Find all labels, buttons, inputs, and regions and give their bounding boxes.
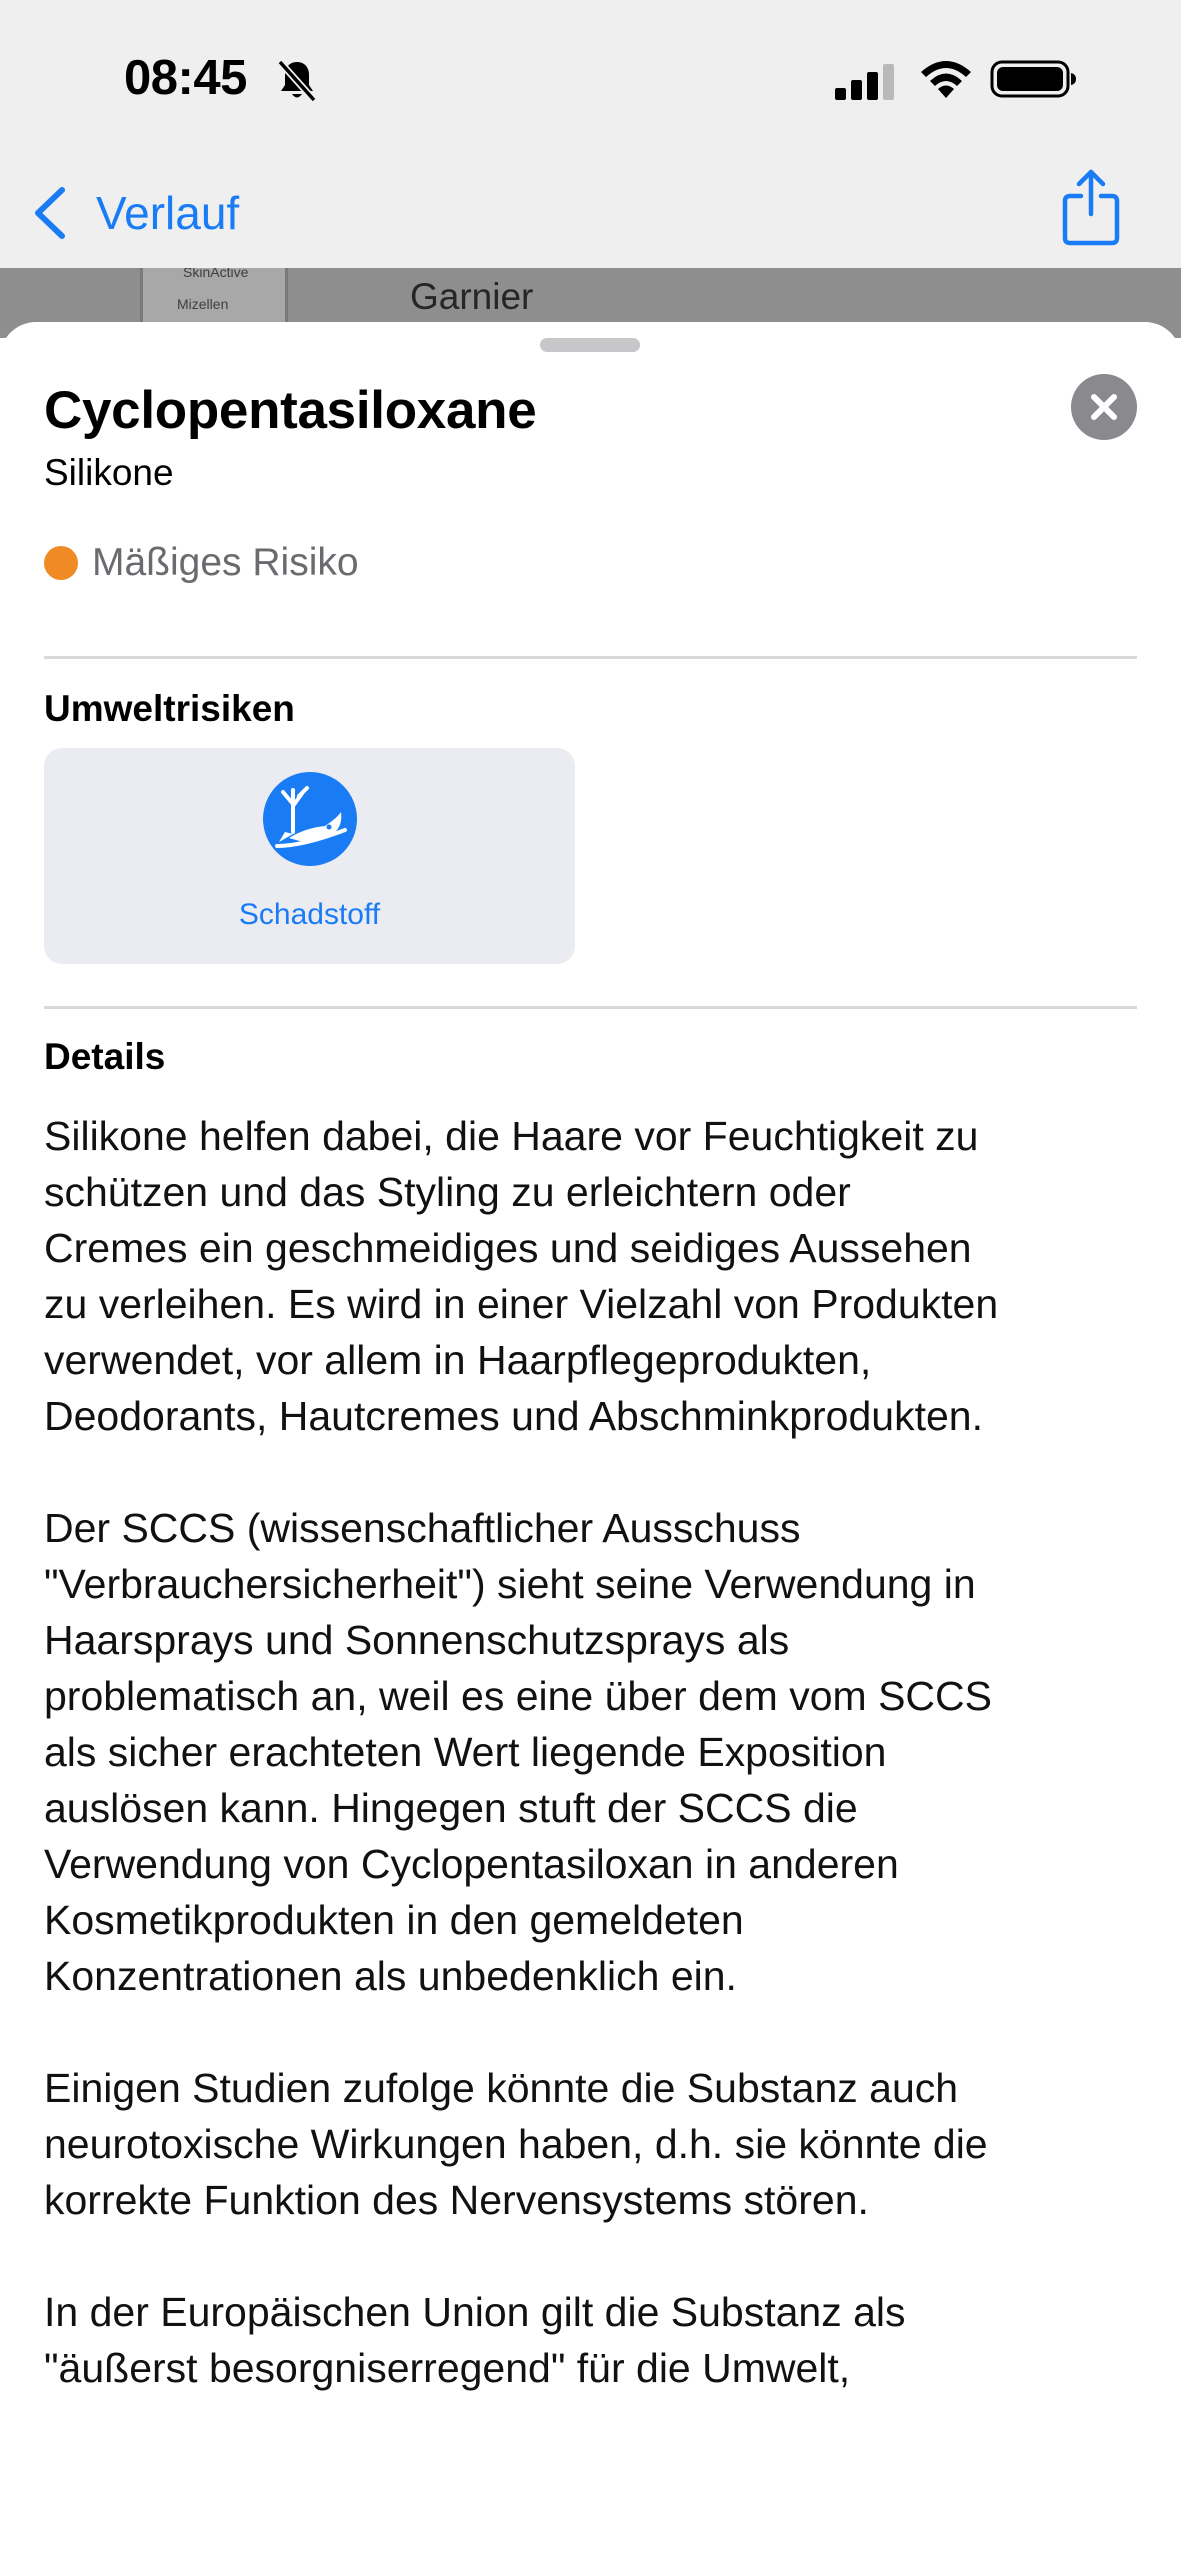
details-paragraph: Silikone helfen dabei, die Haare vor Feu… [44,1113,999,1439]
environment-risk-card[interactable]: Schadstoff [44,748,575,964]
ingredient-title: Cyclopentasiloxane [44,381,537,440]
divider [44,656,1137,659]
bell-slash-icon [277,59,317,103]
details-paragraph: In der Europäischen Union gilt die Subst… [44,2289,906,2391]
back-button-label: Verlauf [96,187,240,239]
details-body: Silikone helfen dabei, die Haare vor Feu… [44,1108,1154,2452]
share-icon[interactable] [1060,168,1122,248]
close-button[interactable] [1071,374,1137,440]
status-time: 08:45 [124,51,247,105]
sheet-grabber[interactable] [540,338,640,352]
details-paragraph: Einigen Studien zufolge könnte die Subst… [44,2065,988,2223]
thumbnail-text: SkinActive [183,268,249,280]
back-button[interactable]: Verlauf [30,180,239,246]
risk-label: Mäßiges Risiko [92,541,359,584]
details-heading: Details [44,1036,166,1077]
environment-heading: Umweltrisiken [44,688,295,729]
ingredient-category: Silikone [44,452,174,493]
divider [44,1006,1137,1009]
risk-dot [44,546,78,580]
navigation-bar: Verlauf [0,160,1181,268]
chevron-left-icon [35,187,65,239]
status-bar: 08:45 [0,0,1181,160]
battery-icon [990,60,1076,98]
risk-indicator: Mäßiges Risiko [44,540,359,586]
cellular-signal-icon [835,64,894,100]
environment-risk-label: Schadstoff [238,898,381,931]
close-icon [1091,394,1117,420]
wifi-icon [921,61,971,98]
pollutant-fish-icon [263,772,357,866]
screen: 08:45 Verlauf SkinActive Mizellen Garnie… [0,0,1181,2560]
thumbnail-text: Mizellen [177,296,229,312]
ingredient-detail-sheet: Cyclopentasiloxane Silikone Mäßiges Risi… [0,322,1181,2560]
product-brand: Garnier [410,276,534,317]
details-paragraph: Der SCCS (wissenschaftlicher Ausschuss "… [44,1505,992,1999]
